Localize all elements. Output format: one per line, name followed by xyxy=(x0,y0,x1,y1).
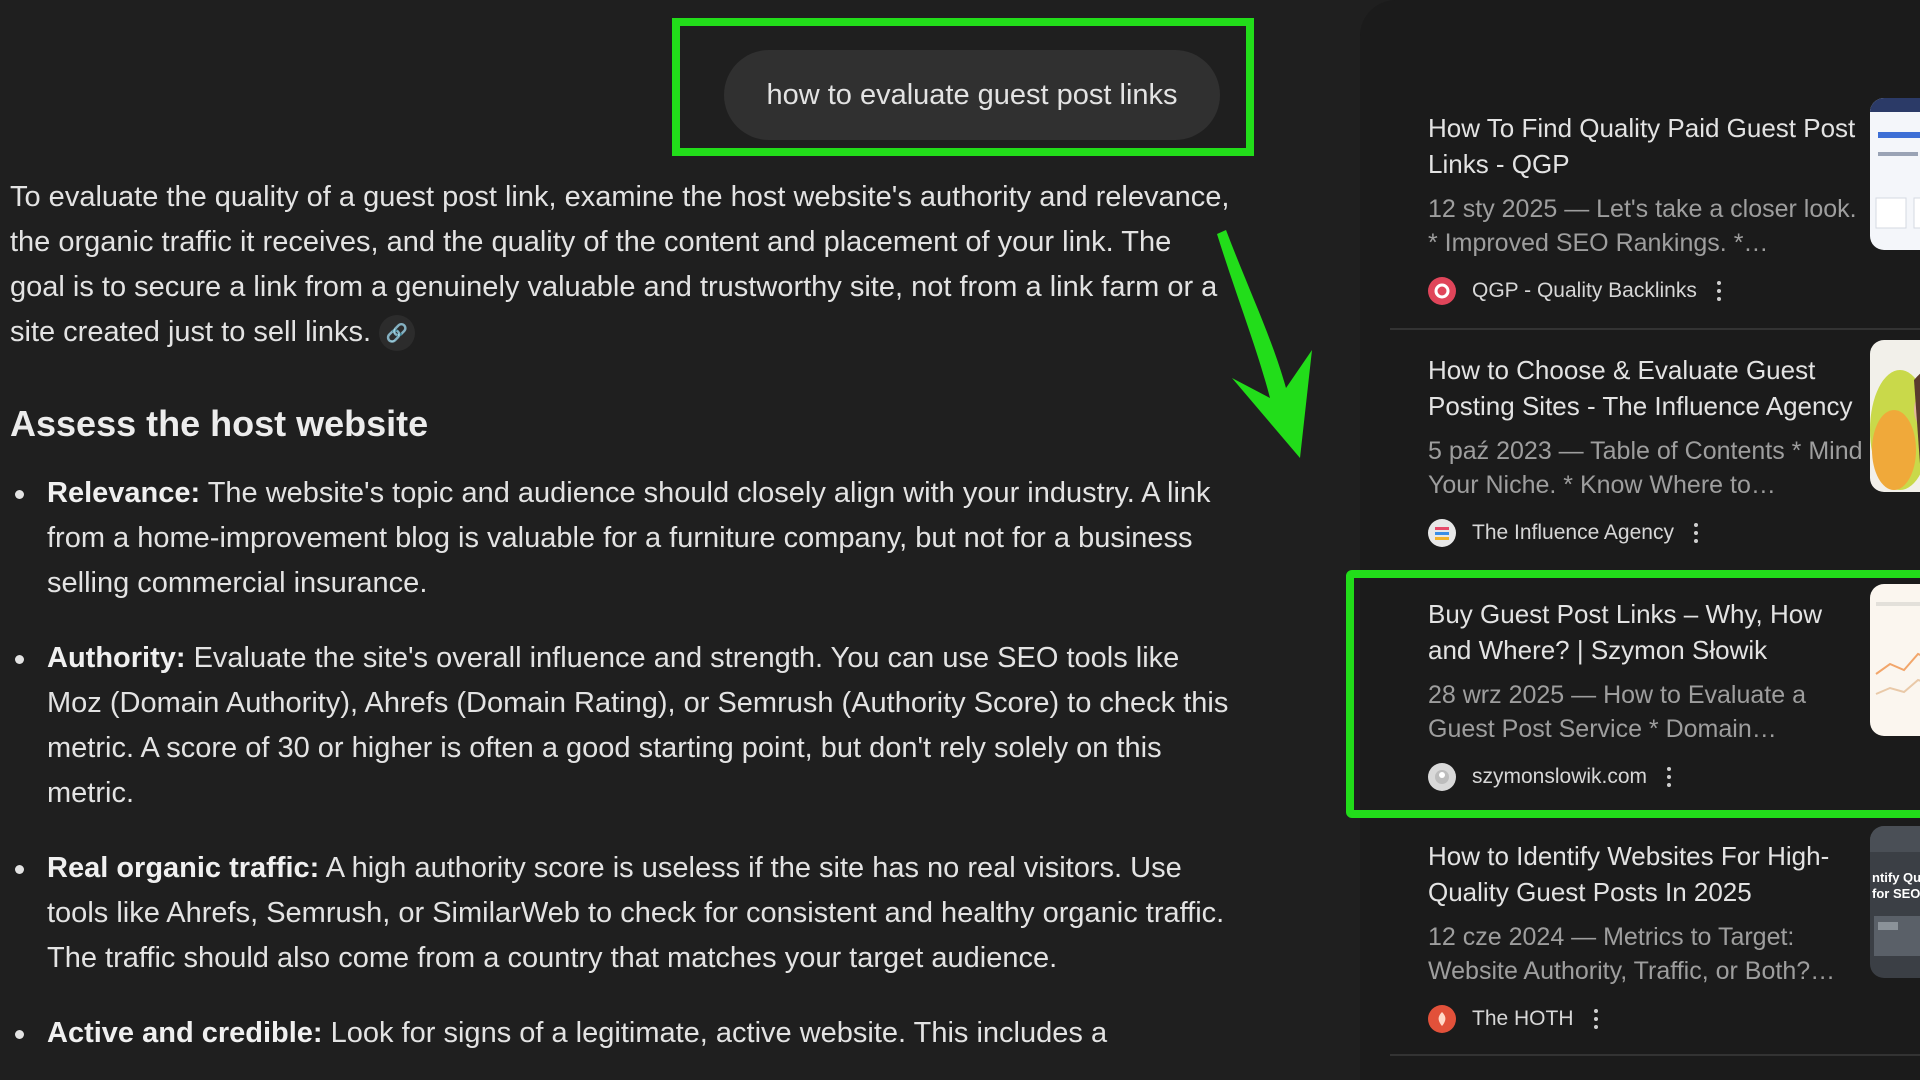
more-options-icon[interactable] xyxy=(1593,1009,1600,1029)
source-title[interactable]: How to Identify Websites For High-Qualit… xyxy=(1428,838,1868,910)
source-name: The HOTH xyxy=(1472,1007,1574,1030)
more-options-icon[interactable] xyxy=(1716,281,1723,301)
source-title[interactable]: How To Find Quality Paid Guest Post Link… xyxy=(1428,110,1868,182)
influence-agency-favicon-icon xyxy=(1428,519,1456,547)
answer-intro-text: To evaluate the quality of a guest post … xyxy=(10,181,1230,348)
source-thumbnail[interactable]: ntify Quality for SEO xyxy=(1870,826,1920,978)
bullet-dot xyxy=(15,865,24,874)
bullet-text: Evaluate the site's overall influence an… xyxy=(47,642,1229,809)
answer-panel: To evaluate the quality of a guest post … xyxy=(10,175,1230,1080)
query-bubble: how to evaluate guest post links xyxy=(724,50,1220,140)
source-highlight-box xyxy=(1346,570,1920,818)
bullet-term: Relevance: xyxy=(47,477,201,509)
source-snippet: 12 cze 2024 — Metrics to Target: Website… xyxy=(1428,923,1836,985)
bullet-dot xyxy=(15,1030,24,1039)
source-link-icon[interactable]: 🔗 xyxy=(379,315,416,352)
criteria-list: Relevance: The website's topic and audie… xyxy=(10,471,1230,1056)
list-item: Relevance: The website's topic and audie… xyxy=(10,471,1230,606)
bullet-term: Active and credible: xyxy=(47,1017,323,1049)
annotation-arrow-icon xyxy=(1217,230,1312,458)
source-meta: The Influence Agency xyxy=(1428,518,1700,548)
bullet-text: The website's topic and audience should … xyxy=(47,477,1211,599)
source-card-influence-agency[interactable]: How to Choose & Evaluate Guest Posting S… xyxy=(1390,340,1920,592)
qgp-favicon-icon xyxy=(1428,277,1456,305)
divider xyxy=(1390,1054,1920,1056)
source-snippet: 12 sty 2025 — Let's take a closer look. … xyxy=(1428,195,1857,257)
divider xyxy=(1390,328,1920,330)
bullet-term: Authority: xyxy=(47,642,186,674)
source-card-hoth[interactable]: How to Identify Websites For High-Qualit… xyxy=(1390,826,1920,1078)
source-card-qgp[interactable]: How To Find Quality Paid Guest Post Link… xyxy=(1390,98,1920,350)
hoth-favicon-icon xyxy=(1428,1005,1456,1033)
sources-sidebar: How To Find Quality Paid Guest Post Link… xyxy=(1360,0,1920,1080)
source-name: The Influence Agency xyxy=(1472,521,1674,544)
source-title[interactable]: How to Choose & Evaluate Guest Posting S… xyxy=(1428,352,1868,424)
answer-intro: To evaluate the quality of a guest post … xyxy=(10,175,1230,355)
source-meta: The HOTH xyxy=(1428,1004,1600,1034)
list-item: Real organic traffic: A high authority s… xyxy=(10,846,1230,981)
section-title: Assess the host website xyxy=(10,403,429,444)
bullet-dot xyxy=(15,490,24,499)
source-snippet: 5 paź 2023 — Table of Contents * Mind Yo… xyxy=(1428,437,1863,499)
ai-mode-page: how to evaluate guest post links To eval… xyxy=(0,0,1920,1080)
bullet-term: Real organic traffic: xyxy=(47,852,320,884)
source-thumbnail[interactable] xyxy=(1870,98,1920,250)
source-thumbnail[interactable] xyxy=(1870,340,1920,492)
source-name: QGP - Quality Backlinks xyxy=(1472,279,1697,302)
more-options-icon[interactable] xyxy=(1693,523,1700,543)
list-item: Active and credible: Look for signs of a… xyxy=(10,1011,1230,1056)
list-item: Authority: Evaluate the site's overall i… xyxy=(10,636,1230,816)
bullet-text: Look for signs of a legitimate, active w… xyxy=(322,1017,1108,1049)
query-text: how to evaluate guest post links xyxy=(766,78,1178,111)
bullet-dot xyxy=(15,655,24,664)
source-meta: QGP - Quality Backlinks xyxy=(1428,276,1723,306)
